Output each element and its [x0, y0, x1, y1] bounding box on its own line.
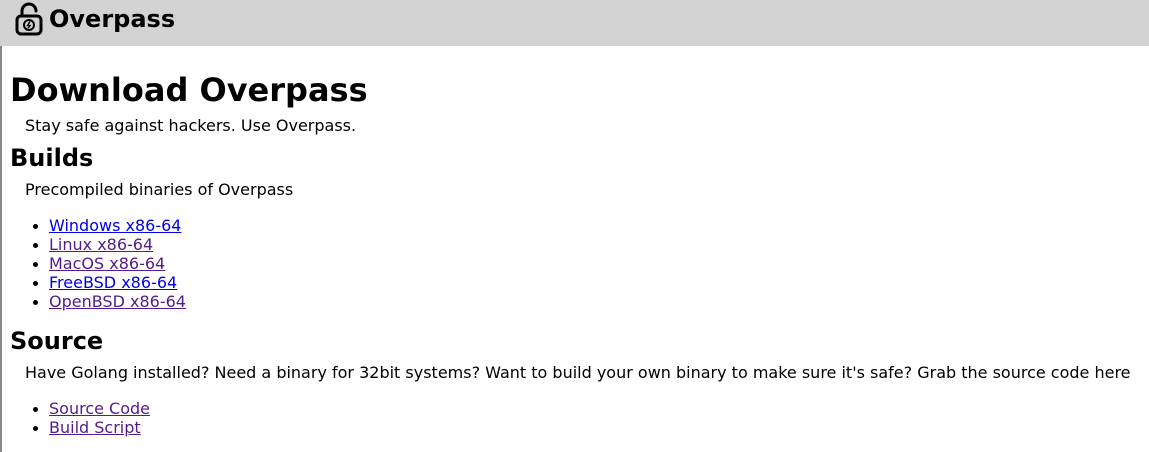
source-heading: Source	[10, 327, 104, 355]
build-script-link[interactable]: Build Script	[49, 418, 141, 437]
bullet	[33, 262, 38, 267]
linux-download-link[interactable]: Linux x86-64	[49, 235, 153, 254]
list-item: Build Script	[10, 418, 150, 437]
macos-download-link[interactable]: MacOS x86-64	[49, 254, 165, 273]
freebsd-download-link[interactable]: FreeBSD x86-64	[49, 273, 177, 292]
page-title: Download Overpass	[10, 71, 368, 109]
source-description: Have Golang installed? Need a binary for…	[25, 363, 1131, 382]
bullet	[33, 300, 38, 305]
list-item: OpenBSD x86-64	[10, 292, 186, 311]
windows-download-link[interactable]: Windows x86-64	[49, 216, 181, 235]
nav-title[interactable]: Overpass	[49, 4, 175, 34]
builds-heading: Builds	[10, 144, 94, 172]
builds-description: Precompiled binaries of Overpass	[25, 180, 294, 199]
list-item: Source Code	[10, 399, 150, 418]
left-border	[0, 46, 2, 452]
bullet	[33, 224, 38, 229]
builds-list: Windows x86-64 Linux x86-64 MacOS x86-64…	[10, 216, 186, 311]
bullet	[33, 281, 38, 286]
list-item: Linux x86-64	[10, 235, 186, 254]
list-item: Windows x86-64	[10, 216, 186, 235]
bullet	[33, 407, 38, 412]
openbsd-download-link[interactable]: OpenBSD x86-64	[49, 292, 186, 311]
list-item: FreeBSD x86-64	[10, 273, 186, 292]
source-list: Source Code Build Script	[10, 399, 150, 437]
list-item: MacOS x86-64	[10, 254, 186, 273]
source-code-link[interactable]: Source Code	[49, 399, 150, 418]
top-nav: Overpass	[0, 0, 1149, 46]
tagline: Stay safe against hackers. Use Overpass.	[25, 116, 357, 135]
padlock-icon[interactable]	[14, 2, 44, 36]
bullet	[33, 426, 38, 431]
bullet	[33, 243, 38, 248]
